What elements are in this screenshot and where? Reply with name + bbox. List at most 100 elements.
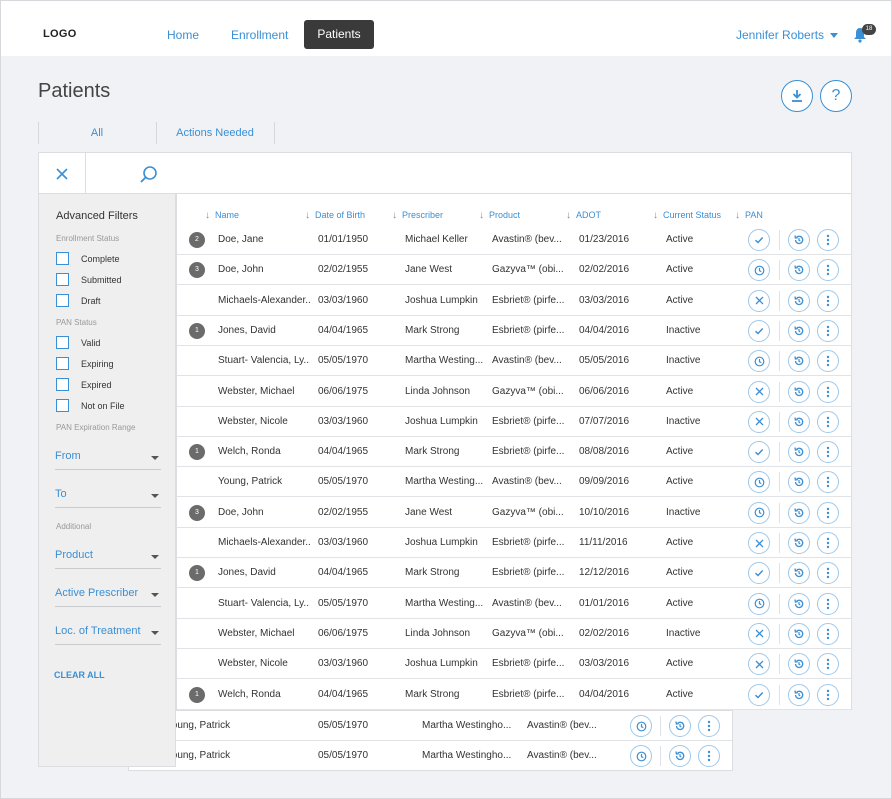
more-actions-button[interactable] [817, 622, 839, 645]
cell-status: Active [666, 688, 694, 700]
nav-home[interactable]: Home [167, 28, 199, 42]
to-select[interactable]: To [55, 488, 161, 508]
close-filters-button[interactable] [39, 153, 86, 194]
product-select[interactable]: Product [55, 549, 161, 569]
cell-dob: 04/04/1965 [318, 688, 369, 700]
cell-adot: 10/10/2016 [579, 506, 630, 518]
cell-status: Active [666, 294, 694, 306]
row-count-badge: 2 [189, 232, 205, 248]
cell-name[interactable]: Webster, Michael [218, 628, 310, 639]
history-button[interactable] [788, 229, 810, 251]
pan-status-clock[interactable] [748, 501, 770, 524]
pan-status-check[interactable] [748, 683, 770, 706]
pan-status-check[interactable] [748, 229, 770, 251]
more-actions-button[interactable] [817, 441, 839, 464]
pan-status-x[interactable] [748, 622, 770, 645]
pan-status-clock[interactable] [630, 745, 652, 767]
cell-product: Gazyva™ (obi... [492, 506, 564, 518]
active-prescriber-select[interactable]: Active Prescriber [55, 587, 161, 607]
header-name[interactable]: ↓ Name [205, 210, 239, 221]
cell-name[interactable]: Doe, John [218, 507, 310, 518]
cell-product: Avastin® (bev... [492, 234, 562, 245]
cell-name[interactable]: Stuart- Valencia, Ly... [218, 598, 310, 609]
sort-arrow-icon: ↓ [305, 210, 310, 221]
more-actions-button[interactable] [698, 715, 720, 737]
history-button[interactable] [788, 501, 810, 524]
cell-name[interactable]: Young, Patrick [166, 720, 266, 731]
more-vertical-icon [826, 355, 830, 367]
more-actions-button[interactable] [817, 592, 839, 615]
clear-all-button[interactable]: CLEAR ALL [54, 670, 105, 680]
history-button[interactable] [788, 622, 810, 645]
history-button[interactable] [788, 441, 810, 464]
pan-status-x[interactable] [748, 289, 770, 312]
help-button[interactable]: ? [820, 80, 852, 112]
cell-name[interactable]: Doe, John [218, 264, 310, 275]
cell-name[interactable]: Jones, David [218, 325, 310, 336]
search-icon[interactable] [139, 165, 159, 185]
chevron-down-icon [830, 33, 839, 39]
cell-name[interactable]: Stuart- Valencia, Ly... [218, 355, 310, 366]
history-icon [794, 386, 804, 396]
cell-name[interactable]: Young, Patrick [218, 476, 310, 487]
pan-status-check[interactable] [748, 319, 770, 342]
user-menu[interactable]: Jennifer Roberts [736, 28, 839, 42]
history-button[interactable] [788, 532, 810, 554]
cell-name[interactable]: Webster, Michael [218, 386, 310, 397]
more-actions-button[interactable] [817, 501, 839, 524]
more-actions-button[interactable] [817, 410, 839, 433]
cell-name[interactable]: Jones, David [218, 567, 310, 578]
cell-product: Esbriet® (pirfe... [492, 658, 565, 670]
history-button[interactable] [669, 745, 691, 767]
from-select[interactable]: From [55, 450, 161, 470]
cell-name[interactable]: Doe, Jane [218, 234, 310, 245]
more-actions-button[interactable] [817, 380, 839, 403]
history-icon [794, 326, 804, 335]
cell-name[interactable]: Michaels-Alexander... [218, 537, 310, 548]
cell-prescriber: Mark Strong [405, 567, 460, 579]
header-product[interactable]: ↓ Product [479, 210, 520, 221]
cell-name[interactable]: Welch, Ronda [218, 689, 310, 700]
more-actions-button[interactable] [817, 683, 839, 706]
pan-status-x[interactable] [748, 410, 770, 433]
cell-name[interactable]: Webster, Nicole [218, 658, 310, 669]
pan-status-x[interactable] [748, 380, 770, 403]
history-button[interactable] [669, 715, 691, 737]
history-button[interactable] [788, 592, 810, 615]
more-actions-button[interactable] [817, 229, 839, 251]
history-button[interactable] [788, 289, 810, 312]
more-actions-button[interactable] [817, 532, 839, 554]
history-button[interactable] [788, 380, 810, 403]
cell-name[interactable]: Webster, Nicole [218, 416, 310, 427]
cell-name[interactable]: Michaels-Alexander... [218, 295, 310, 306]
pan-status-x[interactable] [748, 532, 770, 554]
header-prescriber[interactable]: ↓ Prescriber [392, 210, 443, 221]
header-status[interactable]: ↓ Current Status [653, 210, 721, 221]
more-actions-button[interactable] [817, 289, 839, 312]
header-pan[interactable]: ↓ PAN [735, 210, 763, 221]
cell-dob: 05/05/1970 [318, 597, 369, 609]
cell-prescriber: Linda Johnson [405, 627, 471, 639]
more-actions-button[interactable] [817, 319, 839, 342]
cell-name[interactable]: Young, Patrick [166, 750, 266, 761]
tab-all[interactable]: All [38, 127, 156, 139]
cell-name[interactable]: Welch, Ronda [218, 446, 310, 457]
pan-status-clock[interactable] [630, 715, 652, 737]
more-actions-button[interactable] [698, 745, 720, 767]
pan-status-clock[interactable] [748, 592, 770, 615]
cell-dob: 03/03/1960 [318, 294, 369, 306]
pan-status-check[interactable] [748, 441, 770, 464]
history-button[interactable] [788, 319, 810, 342]
loc-treatment-select[interactable]: Loc. of Treatment [55, 625, 161, 645]
download-button[interactable] [781, 80, 813, 112]
history-button[interactable] [788, 410, 810, 433]
nav-patients[interactable]: Patients [304, 20, 374, 49]
nav-enrollment[interactable]: Enrollment [231, 28, 288, 42]
cell-dob: 05/05/1970 [318, 750, 369, 761]
history-button[interactable] [788, 683, 810, 706]
header-adot[interactable]: ↓ ADOT [566, 210, 601, 221]
header-dob[interactable]: ↓ Date of Birth [305, 210, 365, 221]
tab-actions-needed[interactable]: Actions Needed [156, 127, 274, 139]
cell-prescriber: Michael Keller [405, 234, 468, 245]
x-icon [755, 296, 763, 305]
